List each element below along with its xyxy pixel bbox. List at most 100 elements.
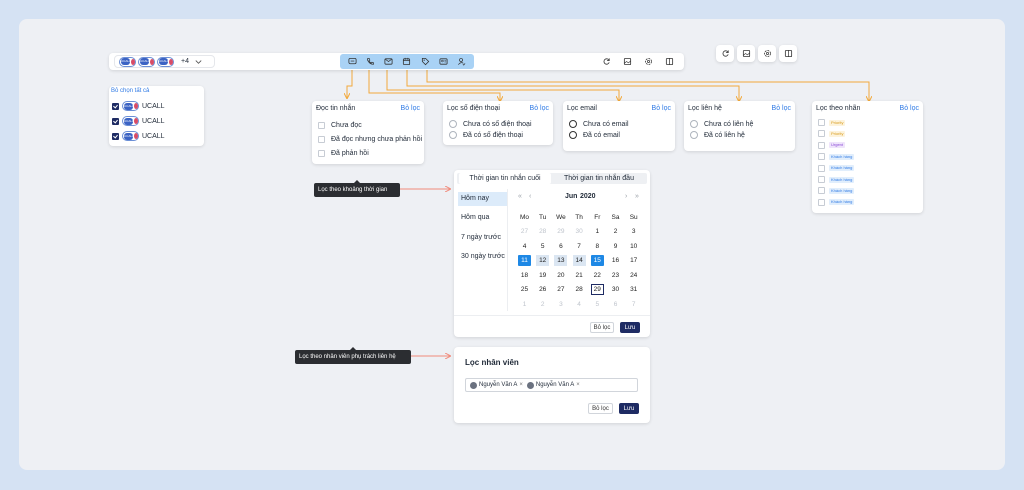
- label-option[interactable]: Khách hàng: [818, 176, 855, 183]
- checkbox[interactable]: [818, 119, 825, 126]
- preset-7-days[interactable]: 7 ngày trước: [461, 234, 501, 241]
- clear-button[interactable]: Bỏ lọc: [590, 322, 614, 333]
- preset-today[interactable]: Hôm nay: [458, 192, 507, 206]
- radio[interactable]: [690, 120, 698, 128]
- calendar-day[interactable]: 15: [590, 255, 604, 266]
- user-assign-icon[interactable]: [456, 56, 467, 67]
- account-row[interactable]: UCALL UCALL: [112, 131, 165, 141]
- clear-button[interactable]: Bỏ lọc: [588, 403, 613, 414]
- calendar-day[interactable]: 12: [536, 255, 550, 266]
- calendar-day[interactable]: 1: [518, 299, 531, 310]
- label-option[interactable]: Khách hàng: [818, 198, 855, 206]
- filter-option[interactable]: Đã có email: [569, 131, 620, 139]
- clear-filter-link[interactable]: Bỏ lọc: [652, 105, 671, 112]
- calendar-day[interactable]: 2: [609, 226, 622, 237]
- calendar-day[interactable]: 27: [518, 226, 531, 237]
- calendar-day[interactable]: 19: [536, 270, 549, 281]
- calendar-day[interactable]: 4: [518, 241, 531, 252]
- calendar-day[interactable]: 5: [591, 299, 604, 310]
- calendar-day[interactable]: 22: [591, 270, 604, 281]
- filter-option[interactable]: Đã đọc nhưng chưa phản hồi: [318, 136, 422, 143]
- contact-card-icon[interactable]: [438, 56, 449, 67]
- filter-option[interactable]: Đã có liên hệ: [690, 131, 745, 139]
- save-button[interactable]: Lưu: [620, 322, 640, 333]
- preset-30-days[interactable]: 30 ngày trước: [461, 253, 505, 260]
- calendar-day[interactable]: 21: [573, 270, 586, 281]
- checkbox[interactable]: [818, 164, 825, 172]
- calendar-day[interactable]: 7: [573, 241, 586, 252]
- panel-layout-button[interactable]: [779, 45, 797, 62]
- checkbox[interactable]: [318, 136, 325, 143]
- gallery-button[interactable]: [737, 45, 755, 62]
- calendar-day[interactable]: 28: [536, 226, 549, 237]
- checkbox[interactable]: [818, 176, 825, 183]
- calendar-day[interactable]: 2: [536, 299, 549, 310]
- filter-option[interactable]: Chưa có email: [569, 120, 629, 128]
- calendar-day[interactable]: 10: [627, 241, 640, 252]
- clear-filter-link[interactable]: Bỏ lọc: [772, 105, 791, 112]
- filter-option[interactable]: Chưa đọc: [318, 122, 362, 129]
- checkbox[interactable]: [818, 141, 825, 149]
- account-row[interactable]: UCALL UCALL: [112, 116, 165, 126]
- clear-filter-link[interactable]: Bỏ lọc: [401, 105, 420, 112]
- label-option[interactable]: Khách hàng: [818, 153, 855, 161]
- calendar-day[interactable]: 1: [591, 226, 604, 237]
- tab-first-message[interactable]: Thời gian tin nhắn đầu: [553, 173, 645, 184]
- tab-last-message[interactable]: Thời gian tin nhắn cuối: [459, 173, 551, 184]
- refresh-button[interactable]: [716, 45, 734, 62]
- calendar-day[interactable]: 23: [609, 270, 622, 281]
- chevron-down-icon[interactable]: [193, 56, 204, 67]
- calendar-day[interactable]: 11: [518, 255, 531, 266]
- deselect-all-link[interactable]: Bỏ chọn tất cả: [111, 88, 149, 94]
- checkbox[interactable]: [112, 102, 119, 110]
- calendar-day[interactable]: 8: [591, 241, 604, 252]
- filter-option[interactable]: Đã phản hồi: [318, 150, 369, 157]
- checkbox[interactable]: [112, 117, 119, 125]
- next-year-icon[interactable]: »: [635, 193, 639, 200]
- calendar-day[interactable]: 13: [554, 255, 568, 266]
- next-month-icon[interactable]: ›: [625, 193, 627, 200]
- filter-option[interactable]: Đã có số điện thoại: [449, 131, 523, 139]
- calendar-day[interactable]: 18: [518, 270, 531, 281]
- calendar-day[interactable]: 4: [573, 299, 586, 310]
- save-button[interactable]: Lưu: [619, 403, 639, 414]
- calendar-icon[interactable]: [401, 56, 412, 67]
- prev-year-icon[interactable]: «: [518, 193, 522, 200]
- preset-yesterday[interactable]: Hôm qua: [461, 214, 489, 221]
- clear-filter-link[interactable]: Bỏ lọc: [900, 105, 919, 112]
- calendar-day[interactable]: 16: [609, 255, 622, 266]
- gallery-icon[interactable]: [622, 56, 633, 67]
- staff-select[interactable]: Nguyễn Văn A × Nguyễn Văn A ×: [465, 378, 638, 392]
- selected-accounts[interactable]: UCALL UCALL UCALL +4: [114, 55, 215, 68]
- label-option[interactable]: Khách hàng: [818, 187, 855, 195]
- settings-icon[interactable]: [643, 56, 654, 67]
- label-option[interactable]: Khách hàng: [818, 164, 855, 172]
- filter-option[interactable]: Chưa có liên hệ: [690, 120, 753, 128]
- calendar-day[interactable]: 31: [627, 284, 640, 295]
- checkbox[interactable]: [818, 153, 825, 161]
- message-icon[interactable]: [347, 56, 358, 67]
- label-option[interactable]: Priority: [818, 130, 846, 138]
- calendar-day[interactable]: 6: [609, 299, 622, 310]
- month-label[interactable]: Jun: [565, 193, 577, 200]
- clear-filter-link[interactable]: Bỏ lọc: [530, 105, 549, 112]
- radio[interactable]: [690, 131, 698, 139]
- calendar-day[interactable]: 26: [536, 284, 549, 295]
- calendar-day[interactable]: 3: [554, 299, 567, 310]
- calendar-day[interactable]: 20: [554, 270, 567, 281]
- remove-icon[interactable]: ×: [576, 382, 580, 388]
- label-option[interactable]: Urgent: [818, 141, 846, 149]
- calendar-day[interactable]: 30: [609, 284, 622, 295]
- calendar-day[interactable]: 5: [536, 241, 549, 252]
- checkbox[interactable]: [318, 122, 325, 129]
- refresh-icon[interactable]: [601, 56, 612, 67]
- radio[interactable]: [569, 120, 577, 128]
- remove-icon[interactable]: ×: [519, 382, 523, 388]
- year-label[interactable]: 2020: [580, 193, 596, 200]
- checkbox[interactable]: [318, 150, 325, 157]
- calendar-day[interactable]: 29: [554, 226, 567, 237]
- filter-option[interactable]: Chưa có số điện thoại: [449, 120, 532, 128]
- calendar-day[interactable]: 6: [554, 241, 567, 252]
- label-option[interactable]: Priority: [818, 119, 846, 126]
- calendar-day[interactable]: 28: [573, 284, 586, 295]
